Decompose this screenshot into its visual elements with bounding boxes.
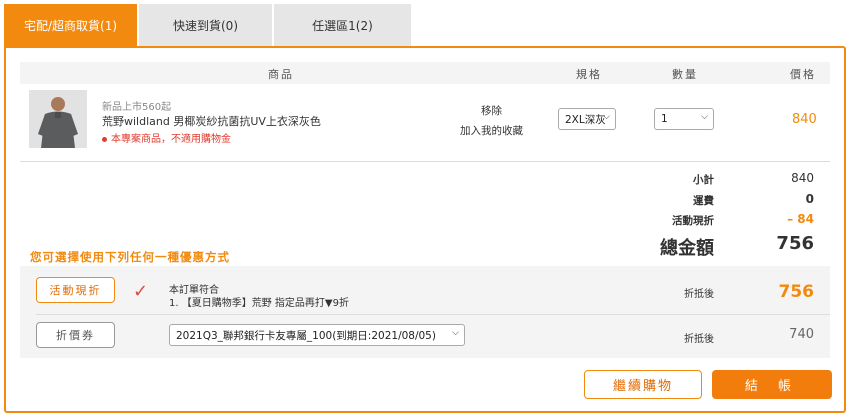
chevron-down-icon: ⌵ xyxy=(452,328,459,338)
quantity-value: 1 xyxy=(661,113,668,125)
chevron-down-icon: ⌵ xyxy=(603,112,610,122)
discount-prompt: 您可選擇使用下列任何一種優惠方式 xyxy=(30,250,230,264)
warning-dot-icon xyxy=(102,136,107,142)
spec-value: 2XL深灰 xyxy=(565,113,606,126)
discount-value: – 84 xyxy=(787,212,814,226)
header-spec: 規格 xyxy=(576,68,602,81)
product-note: 本專案商品，不適用購物金 xyxy=(102,130,231,145)
check-icon: ✓ xyxy=(133,281,149,302)
divider xyxy=(20,161,830,162)
total-value: 756 xyxy=(776,233,814,254)
coupon-value: 2021Q3_聯邦銀行卡友專屬_100(到期日:2021/08/05) xyxy=(176,329,436,342)
event-promo-text: 1. 【夏日購物季】荒野 指定品再打▼9折 xyxy=(169,298,349,309)
chevron-down-icon: ⌵ xyxy=(701,112,708,122)
shipping-value: 0 xyxy=(805,192,814,206)
tab-optional-zone[interactable]: 任選區1(2) xyxy=(274,4,411,46)
header-price: 價格 xyxy=(790,68,816,81)
tab-bar: 宅配/超商取貨(1) 快速到貨(0) 任選區1(2) xyxy=(4,4,413,46)
checkout-button[interactable]: 結 帳 xyxy=(712,370,832,399)
event-discount-button[interactable]: 活動現折 xyxy=(36,277,115,303)
shipping-label: 運費 xyxy=(693,195,714,207)
coupon-after-value: 740 xyxy=(789,327,814,342)
header-quantity: 數量 xyxy=(672,68,698,81)
coupon-after-label: 折抵後 xyxy=(684,334,714,345)
tab-home-delivery[interactable]: 宅配/超商取貨(1) xyxy=(4,4,137,46)
add-to-favorites-link[interactable]: 加入我的收藏 xyxy=(460,123,523,138)
event-after-label: 折抵後 xyxy=(684,289,714,300)
continue-shopping-button[interactable]: 繼續購物 xyxy=(584,370,702,399)
event-after-value: 756 xyxy=(778,282,815,302)
item-price: 840 xyxy=(792,112,817,127)
quantity-select[interactable]: 1 ⌵ xyxy=(654,108,714,130)
remove-link[interactable]: 移除 xyxy=(481,103,502,118)
header-product: 商品 xyxy=(268,68,294,81)
subtotal-label: 小計 xyxy=(693,174,714,186)
coupon-button[interactable]: 折價券 xyxy=(36,322,115,348)
product-note-text: 本專案商品，不適用購物金 xyxy=(111,134,231,145)
table-header: 商品 規格 數量 價格 xyxy=(20,62,830,84)
product-tag: 新品上市560起 xyxy=(102,102,172,113)
coupon-select[interactable]: 2021Q3_聯邦銀行卡友專屬_100(到期日:2021/08/05) ⌵ xyxy=(169,324,465,346)
product-image[interactable] xyxy=(29,90,87,148)
subtotal-value: 840 xyxy=(791,171,814,185)
product-name[interactable]: 荒野wildland 男椰炭紗抗菌抗UV上衣深灰色 xyxy=(102,113,321,129)
tab-fast-delivery[interactable]: 快速到貨(0) xyxy=(139,4,272,46)
total-label: 總金額 xyxy=(660,238,714,259)
spec-select[interactable]: 2XL深灰 ⌵ xyxy=(558,108,616,130)
discount-label: 活動現折 xyxy=(672,215,714,227)
divider xyxy=(36,314,830,315)
